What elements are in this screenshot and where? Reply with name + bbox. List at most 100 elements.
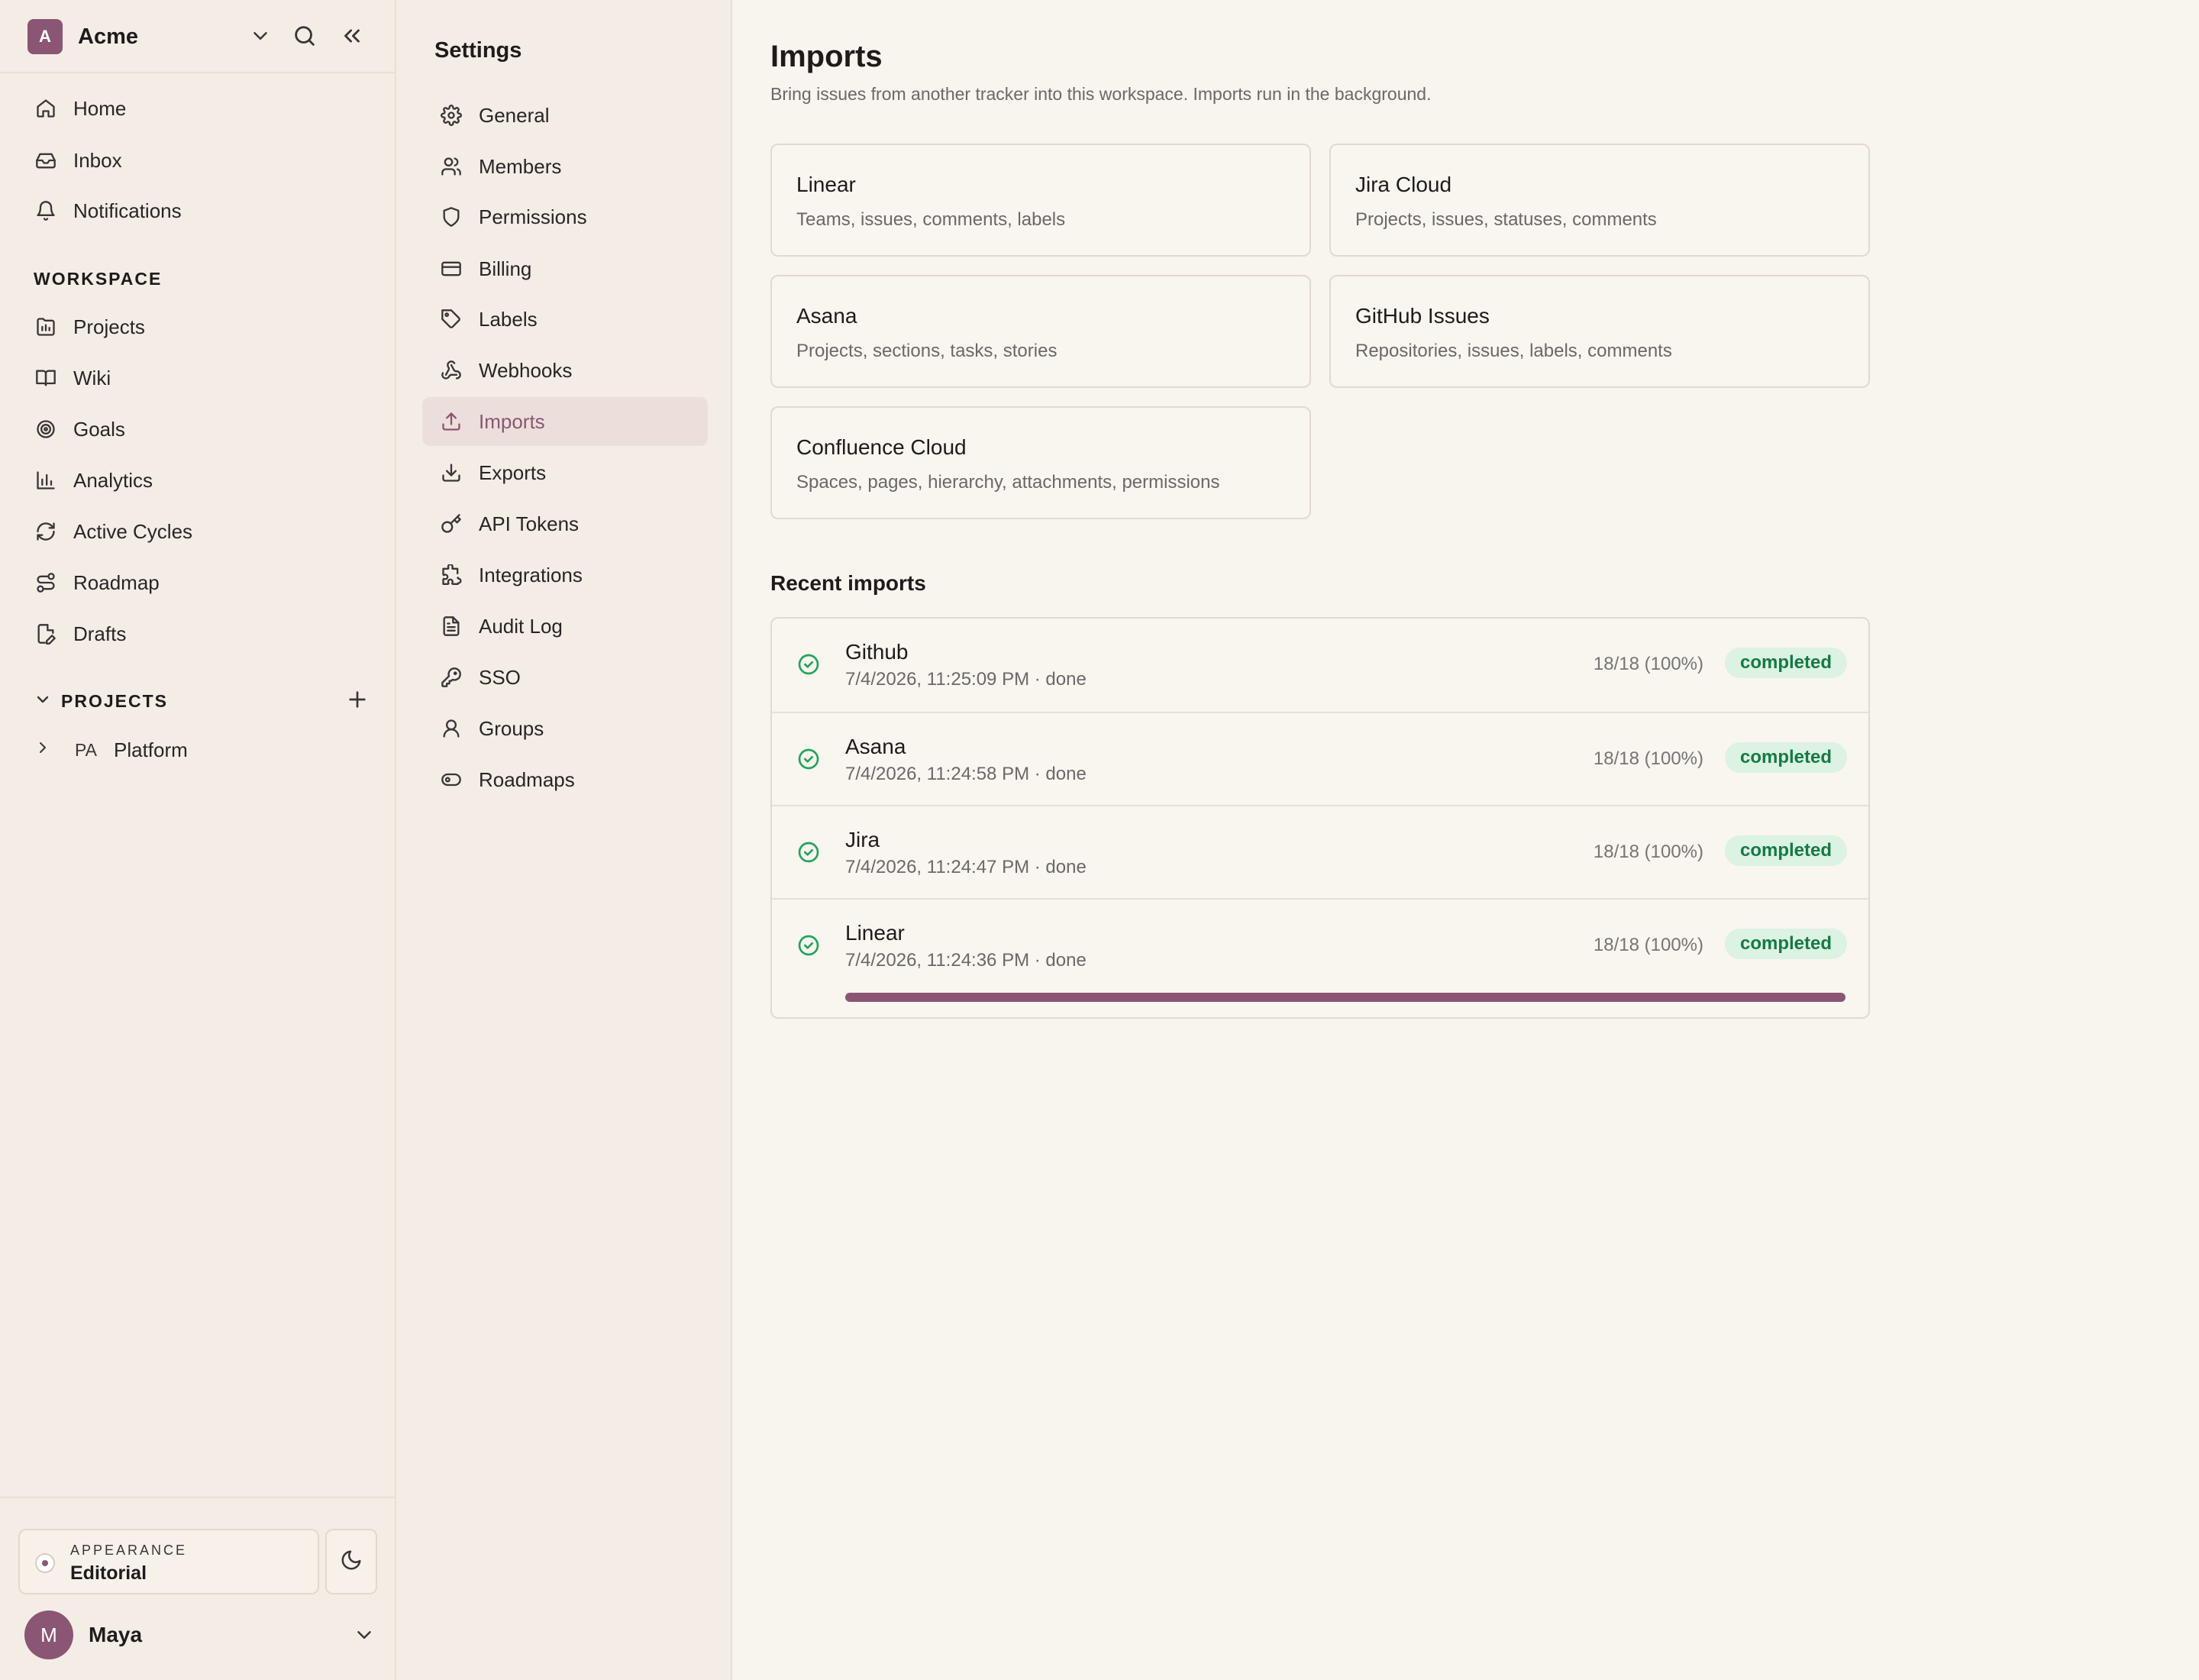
import-timestamp: 7/4/2026, 11:24:47 PM · done — [845, 857, 1087, 877]
check-circle-icon — [796, 747, 821, 775]
source-name: Confluence Cloud — [796, 435, 967, 459]
webhook-icon — [439, 358, 463, 383]
appearance-selector[interactable]: APPEARANCE Editorial — [18, 1529, 319, 1594]
collapse-sidebar-icon[interactable] — [339, 23, 365, 53]
list-item[interactable]: Github 7/4/2026, 11:25:09 PM · done 18/1… — [772, 619, 1868, 712]
list-item[interactable]: Asana 7/4/2026, 11:24:58 PM · done 18/18… — [772, 712, 1868, 805]
moon-icon — [340, 1549, 363, 1575]
settings-item-label: Roadmaps — [479, 767, 575, 791]
source-description: Teams, issues, comments, labels — [796, 209, 1066, 230]
settings-item-label: Exports — [479, 460, 547, 484]
toggle-icon — [439, 767, 463, 792]
import-timestamp: 7/4/2026, 11:24:36 PM · done — [845, 950, 1087, 971]
project-abbr: PA — [75, 739, 97, 760]
source-name: Jira Cloud — [1355, 173, 1452, 196]
import-source-card-asana[interactable]: Asana Projects, sections, tasks, stories — [770, 275, 1311, 388]
status-badge: completed — [1724, 835, 1847, 866]
settings-item-billing[interactable]: Billing — [422, 244, 708, 293]
status-badge: completed — [1724, 929, 1847, 959]
add-project-icon[interactable] — [345, 687, 370, 716]
projects-icon — [34, 315, 58, 339]
home-icon — [34, 96, 58, 121]
settings-item-roadmaps[interactable]: Roadmaps — [422, 755, 708, 804]
settings-item-permissions[interactable]: Permissions — [422, 192, 708, 241]
nav-item-label: Wiki — [73, 366, 111, 389]
nav-item-inbox[interactable]: Inbox — [21, 139, 373, 182]
user-menu[interactable]: M Maya — [24, 1610, 376, 1660]
settings-nav: Settings General Members Permissions Bil… — [396, 0, 732, 1680]
settings-item-label: Billing — [479, 257, 532, 280]
import-source-card-jira-cloud[interactable]: Jira Cloud Projects, issues, statuses, c… — [1329, 144, 1870, 257]
import-source-card-confluence-cloud[interactable]: Confluence Cloud Spaces, pages, hierarch… — [770, 406, 1311, 519]
import-source-card-github-issues[interactable]: GitHub Issues Repositories, issues, labe… — [1329, 275, 1870, 388]
nav-item-roadmap[interactable]: Roadmap — [21, 561, 373, 604]
nav-item-label: Drafts — [73, 622, 127, 645]
nav-item-label: Active Cycles — [73, 519, 193, 543]
route-icon — [34, 570, 58, 595]
appearance-caption: APPEARANCE — [70, 1543, 188, 1558]
sidebar: A Acme Home Inbox Notifications WORKSPAC — [0, 0, 396, 1680]
import-progress-bar — [845, 993, 1845, 1002]
draft-icon — [34, 622, 58, 646]
nav-item-label: Roadmap — [73, 570, 160, 594]
projects-section-label: PROJECTS — [61, 690, 168, 711]
nav-item-goals[interactable]: Goals — [21, 408, 373, 451]
projects-section-header[interactable]: PROJECTS — [34, 687, 370, 715]
import-source-card-linear[interactable]: Linear Teams, issues, comments, labels — [770, 144, 1311, 257]
chevron-down-icon[interactable] — [353, 1623, 376, 1650]
chevron-right-icon[interactable] — [34, 738, 52, 762]
nav-item-drafts[interactable]: Drafts — [21, 612, 373, 655]
chevron-down-icon[interactable] — [249, 24, 272, 51]
settings-item-exports[interactable]: Exports — [422, 448, 708, 497]
chevron-down-icon[interactable] — [34, 690, 52, 712]
appearance-value: Editorial — [70, 1562, 147, 1584]
shield-icon — [439, 205, 463, 229]
settings-item-api-tokens[interactable]: API Tokens — [422, 499, 708, 548]
list-item[interactable]: Jira 7/4/2026, 11:24:47 PM · done 18/18 … — [772, 805, 1868, 898]
nav-item-home[interactable]: Home — [21, 87, 373, 130]
source-description: Projects, sections, tasks, stories — [796, 341, 1058, 361]
nav-item-label: Goals — [73, 417, 125, 441]
nav-item-active-cycles[interactable]: Active Cycles — [21, 510, 373, 553]
import-timestamp: 7/4/2026, 11:24:58 PM · done — [845, 764, 1087, 784]
settings-item-groups[interactable]: Groups — [422, 704, 708, 753]
settings-item-integrations[interactable]: Integrations — [422, 551, 708, 599]
page-subtitle: Bring issues from another tracker into t… — [770, 84, 1432, 104]
settings-item-members[interactable]: Members — [422, 142, 708, 191]
progress-fill — [845, 993, 1845, 1002]
list-item[interactable]: Linear 7/4/2026, 11:24:36 PM · done 18/1… — [772, 898, 1868, 1017]
settings-item-webhooks[interactable]: Webhooks — [422, 346, 708, 395]
settings-item-imports[interactable]: Imports — [422, 397, 708, 446]
refresh-icon — [34, 519, 58, 544]
workspace-section-label: WORKSPACE — [34, 269, 163, 289]
source-name: GitHub Issues — [1355, 304, 1490, 328]
workspace-switcher[interactable]: A Acme — [27, 19, 371, 54]
settings-item-label: Members — [479, 154, 562, 178]
nav-item-analytics[interactable]: Analytics — [21, 459, 373, 502]
search-icon[interactable] — [292, 23, 318, 53]
nav-item-label: Projects — [73, 315, 145, 338]
key-round-icon — [439, 665, 463, 690]
avatar: M — [24, 1611, 73, 1659]
nav-item-label: Inbox — [73, 148, 122, 172]
settings-title: Settings — [434, 38, 522, 63]
puzzle-icon — [439, 563, 463, 587]
nav-item-notifications[interactable]: Notifications — [21, 189, 373, 232]
users-icon — [439, 154, 463, 179]
settings-item-labels[interactable]: Labels — [422, 295, 708, 344]
book-icon — [34, 366, 58, 390]
import-count: 18/18 (100%) — [1593, 748, 1703, 769]
settings-item-sso[interactable]: SSO — [422, 653, 708, 702]
settings-item-audit-log[interactable]: Audit Log — [422, 602, 708, 651]
settings-item-label: Groups — [479, 716, 544, 740]
project-item-platform[interactable]: PA Platform — [34, 735, 370, 765]
nav-item-wiki[interactable]: Wiki — [21, 357, 373, 399]
check-circle-icon — [796, 652, 821, 680]
settings-item-general[interactable]: General — [422, 91, 708, 140]
group-icon — [439, 716, 463, 741]
nav-item-label: Home — [73, 96, 127, 120]
key-icon — [439, 512, 463, 536]
theme-toggle-button[interactable] — [325, 1529, 377, 1594]
nav-item-projects[interactable]: Projects — [21, 305, 373, 348]
bar-chart-icon — [34, 468, 58, 493]
